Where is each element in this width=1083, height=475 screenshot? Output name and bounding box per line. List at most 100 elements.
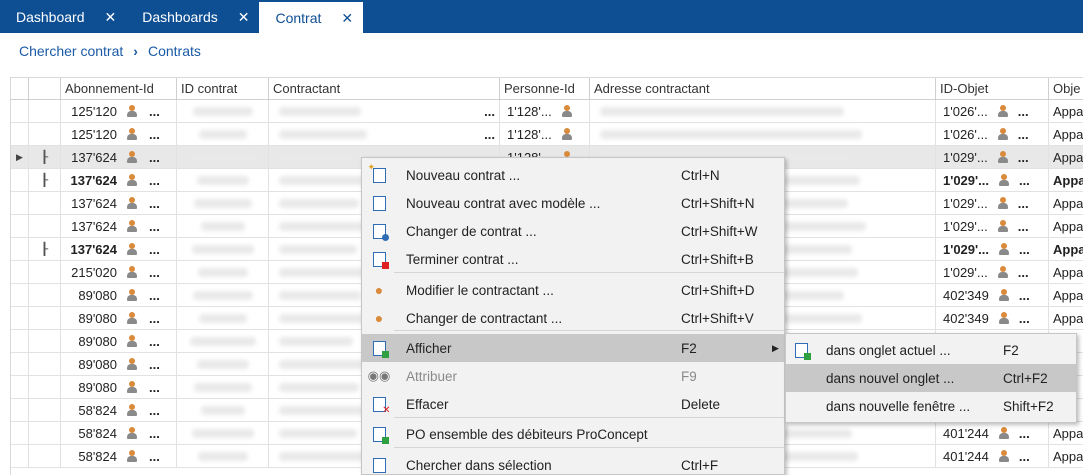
- person-icon[interactable]: [561, 104, 572, 118]
- person-icon[interactable]: [997, 127, 1008, 141]
- person-icon[interactable]: [127, 150, 137, 164]
- person-icon[interactable]: [127, 219, 137, 233]
- person-icon[interactable]: [127, 265, 137, 279]
- person-icon[interactable]: [997, 196, 1008, 210]
- ellipsis-button[interactable]: ...: [1019, 426, 1030, 441]
- ellipsis-button[interactable]: ...: [149, 127, 160, 142]
- table-row[interactable]: 125'120...... 1'128'... 1'026'...... Appa: [11, 100, 1083, 123]
- ellipsis-button[interactable]: ...: [149, 288, 160, 303]
- ellipsis-button[interactable]: ...: [149, 196, 160, 211]
- ellipsis-button[interactable]: ...: [149, 265, 160, 280]
- person-icon[interactable]: [127, 426, 137, 440]
- person-icon[interactable]: [998, 449, 1009, 463]
- menu-item-binoculars[interactable]: ◉◉ Attribuer F9: [362, 362, 784, 390]
- row-tree[interactable]: ┠: [29, 146, 61, 168]
- menu-item-new-contract[interactable]: Nouveau contrat ... Ctrl+N: [362, 161, 784, 189]
- menu-item-edit-contractor[interactable]: ● Modifier le contractant ... Ctrl+Shift+D: [362, 276, 784, 304]
- person-icon[interactable]: [127, 127, 137, 141]
- close-icon[interactable]: ✕: [341, 11, 353, 25]
- ellipsis-button[interactable]: ...: [1019, 242, 1030, 257]
- person-icon[interactable]: [997, 150, 1008, 164]
- table-row[interactable]: 125'120...... 1'128'... 1'026'...... Appa: [11, 123, 1083, 146]
- submenu-item-new-tab[interactable]: dans nouvel onglet ... Ctrl+F2: [786, 364, 1076, 392]
- person-icon[interactable]: [127, 357, 137, 371]
- ellipsis-button[interactable]: ...: [149, 104, 160, 119]
- hierarchy-icon[interactable]: ┠: [41, 242, 48, 256]
- ellipsis-button[interactable]: ...: [149, 334, 160, 349]
- ellipsis-button[interactable]: ...: [149, 219, 160, 234]
- ellipsis-button[interactable]: ...: [149, 242, 160, 257]
- person-icon[interactable]: [998, 288, 1009, 302]
- person-icon[interactable]: [127, 288, 137, 302]
- person-icon[interactable]: [127, 104, 137, 118]
- person-icon[interactable]: [127, 196, 137, 210]
- ellipsis-button[interactable]: ...: [149, 380, 160, 395]
- submenu-item-label: dans nouvel onglet ...: [826, 370, 955, 386]
- menu-item-delete[interactable]: Effacer Delete: [362, 390, 784, 418]
- header-objet[interactable]: Obje: [1049, 78, 1083, 99]
- ellipsis-button[interactable]: ...: [1018, 219, 1029, 234]
- tab-contrat[interactable]: Contrat ✕: [259, 2, 364, 33]
- person-icon[interactable]: [998, 311, 1009, 325]
- header-contractant[interactable]: Contractant: [269, 78, 500, 99]
- ellipsis-button[interactable]: ...: [484, 104, 495, 119]
- person-icon[interactable]: [127, 403, 137, 417]
- ellipsis-button[interactable]: ...: [149, 357, 160, 372]
- breadcrumb-chercher-contrat[interactable]: Chercher contrat: [19, 43, 123, 59]
- tab-dashboard[interactable]: Dashboard ✕: [0, 0, 126, 33]
- ellipsis-button[interactable]: ...: [149, 403, 160, 418]
- ellipsis-button[interactable]: ...: [484, 127, 495, 142]
- ellipsis-button[interactable]: ...: [1019, 449, 1030, 464]
- person-icon[interactable]: [998, 426, 1009, 440]
- ellipsis-button[interactable]: ...: [149, 173, 160, 188]
- person-icon[interactable]: [127, 380, 137, 394]
- id-objet-value: 1'026'...: [943, 103, 988, 119]
- close-icon[interactable]: ✕: [105, 10, 117, 24]
- menu-item-display[interactable]: Afficher F2 ▶: [362, 334, 784, 362]
- person-icon[interactable]: [127, 242, 137, 256]
- submenu-item-new-window[interactable]: dans nouvelle fenêtre ... Shift+F2: [786, 392, 1076, 420]
- person-icon[interactable]: [997, 104, 1008, 118]
- person-icon[interactable]: [127, 173, 137, 187]
- hierarchy-icon[interactable]: ┠: [41, 150, 48, 164]
- close-icon[interactable]: ✕: [238, 10, 250, 24]
- menu-item-change-contractor[interactable]: ● Changer de contractant ... Ctrl+Shift+V: [362, 304, 784, 332]
- header-id-contrat[interactable]: ID contrat: [177, 78, 269, 99]
- ellipsis-button[interactable]: ...: [1018, 265, 1029, 280]
- menu-item-change-contract[interactable]: Changer de contrat ... Ctrl+Shift+W: [362, 217, 784, 245]
- person-icon[interactable]: [998, 242, 1009, 256]
- menu-item-search-selection[interactable]: Chercher dans sélection Ctrl+F: [362, 451, 784, 475]
- breadcrumb-contrats[interactable]: Contrats: [148, 43, 201, 59]
- ellipsis-button[interactable]: ...: [149, 311, 160, 326]
- menu-item-debtors[interactable]: PO ensemble des débiteurs ProConcept: [362, 420, 784, 448]
- header-id-objet[interactable]: ID-Objet: [936, 78, 1049, 99]
- person-icon[interactable]: [997, 265, 1008, 279]
- ellipsis-button[interactable]: ...: [1018, 150, 1029, 165]
- person-icon[interactable]: [127, 311, 137, 325]
- hierarchy-icon[interactable]: ┠: [41, 173, 48, 187]
- person-icon[interactable]: [997, 219, 1008, 233]
- row-tree[interactable]: ┠: [29, 169, 61, 191]
- header-adresse-contractant[interactable]: Adresse contractant: [590, 78, 936, 99]
- person-icon[interactable]: [127, 449, 137, 463]
- ellipsis-button[interactable]: ...: [1018, 104, 1029, 119]
- ellipsis-button[interactable]: ...: [149, 426, 160, 441]
- ellipsis-button[interactable]: ...: [149, 150, 160, 165]
- tab-dashboards[interactable]: Dashboards ✕: [126, 0, 259, 33]
- header-abonnement-id[interactable]: Abonnement-Id: [61, 78, 177, 99]
- menu-item-contract-template[interactable]: Nouveau contrat avec modèle ... Ctrl+Shif…: [362, 189, 784, 217]
- person-icon[interactable]: [561, 127, 572, 141]
- ellipsis-button[interactable]: ...: [1018, 196, 1029, 211]
- person-icon[interactable]: [998, 173, 1009, 187]
- row-tree[interactable]: ┠: [29, 238, 61, 260]
- submenu-item-current-tab[interactable]: dans onglet actuel ... F2: [786, 336, 1076, 364]
- ellipsis-button[interactable]: ...: [1018, 127, 1029, 142]
- ellipsis-button[interactable]: ...: [1019, 288, 1030, 303]
- person-icon[interactable]: [127, 334, 137, 348]
- menu-item-terminate-contract[interactable]: Terminer contrat ... Ctrl+Shift+B: [362, 245, 784, 273]
- header-personne-id[interactable]: Personne-Id: [500, 78, 590, 99]
- ellipsis-button[interactable]: ...: [1019, 311, 1030, 326]
- row-indicator: [11, 100, 29, 122]
- ellipsis-button[interactable]: ...: [149, 449, 160, 464]
- ellipsis-button[interactable]: ...: [1019, 173, 1030, 188]
